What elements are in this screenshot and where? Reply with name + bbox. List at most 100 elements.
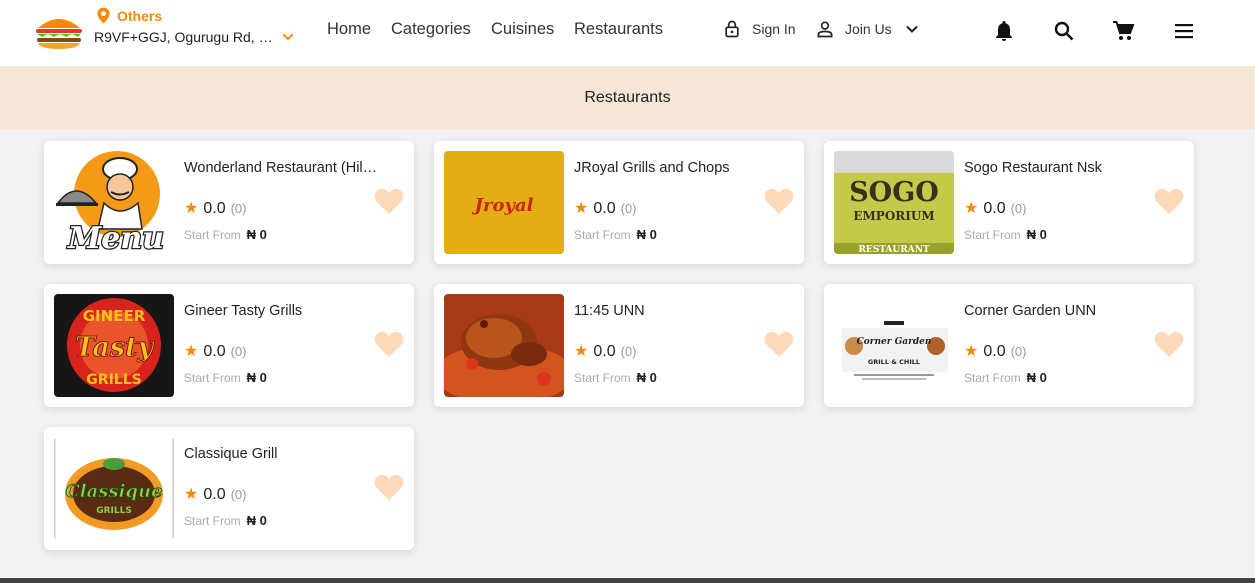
thumb-restaurant-text: RESTAURANT bbox=[858, 245, 930, 254]
hamburger-menu-icon[interactable] bbox=[1172, 19, 1196, 43]
rating-count: (0) bbox=[230, 344, 247, 359]
restaurant-rating: ★ 0.0 (0) bbox=[964, 198, 1026, 218]
address-dropdown[interactable]: R9VF+GGJ, Ogurugu Rd, Nsukka 410001, Enu… bbox=[94, 29, 296, 45]
start-from-label: Start From bbox=[184, 371, 241, 385]
restaurant-rating: ★ 0.0 (0) bbox=[184, 484, 246, 504]
heart-icon[interactable] bbox=[764, 187, 794, 215]
restaurant-card[interactable]: Corner Garden GRILL & CHILL Corner Garde… bbox=[824, 284, 1194, 407]
restaurant-card[interactable]: 11:45 UNN ★ 0.0 (0) Start From ₦ 0 bbox=[434, 284, 804, 407]
price-value: ₦ 0 bbox=[246, 370, 267, 385]
price-value: ₦ 0 bbox=[1026, 227, 1047, 242]
location-label: Others bbox=[117, 7, 163, 24]
restaurant-card[interactable]: Jroyal JRoyal Grills and Chops ★ 0.0 (0)… bbox=[434, 141, 804, 264]
restaurant-name: Corner Garden UNN bbox=[964, 303, 1097, 319]
rating-count: (0) bbox=[620, 201, 637, 216]
sign-in-button[interactable]: Sign In bbox=[722, 19, 796, 39]
restaurant-thumbnail: GINEER Tasty GRILLS bbox=[54, 294, 174, 397]
restaurant-name: Wonderland Restaurant (Hilltop) bbox=[184, 160, 379, 176]
thumb-menu-text: Menu bbox=[67, 221, 164, 254]
start-from-label: Start From bbox=[964, 228, 1021, 242]
chevron-down-icon bbox=[282, 33, 294, 41]
thumb-classique-grills-text: GRILLS bbox=[96, 506, 132, 516]
rating-value: 0.0 bbox=[983, 343, 1006, 360]
burger-logo-icon[interactable] bbox=[34, 14, 84, 50]
nav-categories[interactable]: Categories bbox=[391, 20, 471, 39]
footer-edge bbox=[0, 578, 1255, 583]
restaurant-rating: ★ 0.0 (0) bbox=[184, 198, 246, 218]
heart-icon[interactable] bbox=[374, 330, 404, 358]
start-from-label: Start From bbox=[184, 514, 241, 528]
price-value: ₦ 0 bbox=[636, 227, 657, 242]
price-value: ₦ 0 bbox=[246, 513, 267, 528]
start-price: Start From ₦ 0 bbox=[964, 370, 1047, 385]
rating-value: 0.0 bbox=[203, 343, 226, 360]
restaurant-card[interactable]: Menu Wonderland Restaurant (Hilltop) ★ 0… bbox=[44, 141, 414, 264]
rating-value: 0.0 bbox=[983, 200, 1006, 217]
restaurant-name: Sogo Restaurant Nsk bbox=[964, 160, 1102, 176]
rating-value: 0.0 bbox=[593, 200, 616, 217]
star-icon: ★ bbox=[964, 343, 979, 360]
price-value: ₦ 0 bbox=[246, 227, 267, 242]
heart-icon[interactable] bbox=[374, 473, 404, 501]
thumb-sogo-text: SOGO bbox=[849, 177, 939, 208]
heart-icon[interactable] bbox=[764, 330, 794, 358]
rating-value: 0.0 bbox=[203, 486, 226, 503]
restaurant-rating: ★ 0.0 (0) bbox=[184, 341, 246, 361]
sign-in-label: Sign In bbox=[752, 21, 796, 37]
heart-icon[interactable] bbox=[1154, 187, 1184, 215]
start-from-label: Start From bbox=[574, 371, 631, 385]
thumb-jroyal-text: Jroyal bbox=[472, 195, 534, 216]
cart-icon[interactable] bbox=[1112, 19, 1136, 43]
user-icon bbox=[817, 21, 833, 38]
star-icon: ★ bbox=[184, 486, 199, 503]
rating-count: (0) bbox=[230, 201, 247, 216]
restaurant-thumbnail: SOGO EMPORIUM RESTAURANT bbox=[834, 151, 954, 254]
start-price: Start From ₦ 0 bbox=[574, 227, 657, 242]
heart-icon[interactable] bbox=[374, 187, 404, 215]
lock-icon bbox=[725, 20, 739, 38]
restaurant-rating: ★ 0.0 (0) bbox=[574, 341, 636, 361]
nav-home[interactable]: Home bbox=[327, 20, 371, 39]
restaurant-card[interactable]: Classique GRILLS Classique Grill ★ 0.0 (… bbox=[44, 427, 414, 550]
start-price: Start From ₦ 0 bbox=[184, 227, 267, 242]
restaurant-name: JRoyal Grills and Chops bbox=[574, 160, 730, 176]
location-pin-icon bbox=[97, 7, 110, 24]
bell-icon[interactable] bbox=[992, 19, 1016, 43]
thumb-emporium-text: EMPORIUM bbox=[853, 209, 934, 223]
search-icon[interactable] bbox=[1052, 19, 1076, 43]
rating-count: (0) bbox=[230, 487, 247, 502]
start-price: Start From ₦ 0 bbox=[184, 513, 267, 528]
star-icon: ★ bbox=[184, 200, 199, 217]
restaurant-thumbnail: Menu bbox=[54, 151, 174, 254]
start-price: Start From ₦ 0 bbox=[964, 227, 1047, 242]
nav-restaurants[interactable]: Restaurants bbox=[574, 20, 663, 39]
chevron-down-icon bbox=[905, 25, 918, 33]
star-icon: ★ bbox=[574, 200, 589, 217]
rating-count: (0) bbox=[620, 344, 637, 359]
start-from-label: Start From bbox=[574, 228, 631, 242]
top-header: Others R9VF+GGJ, Ogurugu Rd, Nsukka 4100… bbox=[0, 0, 1255, 66]
rating-value: 0.0 bbox=[203, 200, 226, 217]
restaurant-name: Classique Grill bbox=[184, 446, 278, 462]
restaurant-thumbnail: Jroyal bbox=[444, 151, 564, 254]
restaurant-card[interactable]: SOGO EMPORIUM RESTAURANT Sogo Restaurant… bbox=[824, 141, 1194, 264]
price-value: ₦ 0 bbox=[1026, 370, 1047, 385]
star-icon: ★ bbox=[574, 343, 589, 360]
rating-value: 0.0 bbox=[593, 343, 616, 360]
price-value: ₦ 0 bbox=[636, 370, 657, 385]
address-text: R9VF+GGJ, Ogurugu Rd, Nsukka 410001, Enu… bbox=[94, 29, 274, 45]
nav-cuisines[interactable]: Cuisines bbox=[491, 20, 554, 39]
restaurant-rating: ★ 0.0 (0) bbox=[964, 341, 1026, 361]
start-from-label: Start From bbox=[184, 228, 241, 242]
location-selector[interactable]: Others bbox=[96, 7, 162, 24]
thumb-gineer-text: GINEER bbox=[83, 307, 146, 325]
heart-icon[interactable] bbox=[1154, 330, 1184, 358]
join-us-label: Join Us bbox=[845, 21, 892, 37]
restaurant-rating: ★ 0.0 (0) bbox=[574, 198, 636, 218]
thumb-grills-text: GRILLS bbox=[86, 372, 141, 388]
rating-count: (0) bbox=[1010, 344, 1027, 359]
join-us-button[interactable]: Join Us bbox=[815, 19, 922, 39]
start-price: Start From ₦ 0 bbox=[574, 370, 657, 385]
restaurant-thumbnail bbox=[444, 294, 564, 397]
restaurant-card[interactable]: GINEER Tasty GRILLS Gineer Tasty Grills … bbox=[44, 284, 414, 407]
